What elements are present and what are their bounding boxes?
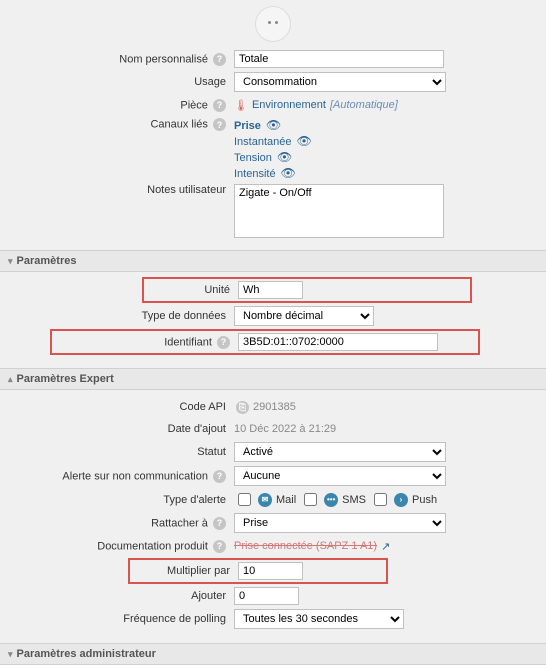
alert-label: Alerte sur non communication ? [0,470,234,483]
add-label: Ajouter [0,590,234,602]
help-icon[interactable]: ? [213,517,226,530]
channel-link[interactable]: Prise [234,120,261,132]
unit-label: Unité [146,284,238,296]
sms-icon: ••• [324,493,338,507]
sms-checkbox[interactable] [304,493,317,506]
channel-link[interactable]: Instantanée [234,136,292,148]
mail-checkbox[interactable] [238,493,251,506]
notes-input[interactable]: Zigate - On/Off [234,184,444,238]
datatype-select[interactable]: Nombre décimal [234,306,374,326]
help-icon[interactable]: ? [213,99,226,112]
help-icon[interactable]: ? [213,470,226,483]
push-icon: › [394,493,408,507]
ident-input[interactable] [238,333,438,351]
poll-select[interactable]: Toutes les 30 secondes [234,609,404,629]
eye-icon[interactable]: 👁 [297,134,312,148]
push-checkbox[interactable] [374,493,387,506]
room-auto: [Automatique] [330,99,398,111]
device-icon [255,6,291,42]
eye-icon[interactable]: 👁 [277,150,292,164]
link-icon[interactable]: ⎘ [236,401,249,414]
status-select[interactable]: Activé [234,442,446,462]
room-link[interactable]: Environnement [252,99,326,111]
section-title: Paramètres [17,255,77,267]
notes-label: Notes utilisateur [0,184,234,196]
date-label: Date d'ajout [0,423,234,435]
api-label: Code API [0,401,234,413]
unit-input[interactable] [238,281,303,299]
external-icon[interactable]: ↗ [381,540,390,553]
doc-label: Documentation produit ? [0,540,234,553]
alerttype-label: Type d'alerte [0,494,234,506]
attach-select[interactable]: Prise [234,513,446,533]
mail-label: Mail [276,494,296,506]
help-icon[interactable]: ? [213,118,226,131]
help-icon[interactable]: ? [213,53,226,66]
channel-link[interactable]: Tension [234,152,272,164]
alert-select[interactable]: Aucune [234,466,446,486]
mail-icon: ✉ [258,493,272,507]
params-section[interactable]: ▾ Paramètres [0,250,546,272]
push-label: Push [412,494,437,506]
usage-label: Usage [0,76,234,88]
caret-icon: ▴ [8,374,13,385]
datatype-label: Type de données [0,310,234,322]
attach-label: Rattacher à ? [0,517,234,530]
eye-icon[interactable]: 👁 [266,118,281,132]
expert-section[interactable]: ▴ Paramètres Expert [0,368,546,390]
api-value: 2901385 [253,401,296,413]
mult-label: Multiplier par [132,565,238,577]
thermometer-icon: 🌡 [234,99,248,112]
ident-label: Identifiant ? [54,336,238,349]
name-input[interactable] [234,50,444,68]
date-value: 10 Déc 2022 à 21:29 [234,423,336,435]
channel-link[interactable]: Intensité [234,168,276,180]
poll-label: Fréquence de polling [0,613,234,625]
mult-input[interactable] [238,562,303,580]
admin-section[interactable]: ▾ Paramètres administrateur [0,643,546,665]
sms-label: SMS [342,494,366,506]
caret-icon: ▾ [8,256,13,267]
caret-icon: ▾ [8,649,13,660]
doc-link[interactable]: Prise connectée (SAPZ 1 A1) [234,540,377,552]
status-label: Statut [0,446,234,458]
channels-label: Canaux liés ? [0,118,234,131]
help-icon[interactable]: ? [213,540,226,553]
usage-select[interactable]: Consommation [234,72,446,92]
section-title: Paramètres administrateur [17,648,156,660]
section-title: Paramètres Expert [17,373,114,385]
room-label: Pièce ? [0,99,234,112]
add-input[interactable] [234,587,299,605]
name-label: Nom personnalisé ? [0,53,234,66]
eye-icon[interactable]: 👁 [281,166,296,180]
help-icon[interactable]: ? [217,336,230,349]
